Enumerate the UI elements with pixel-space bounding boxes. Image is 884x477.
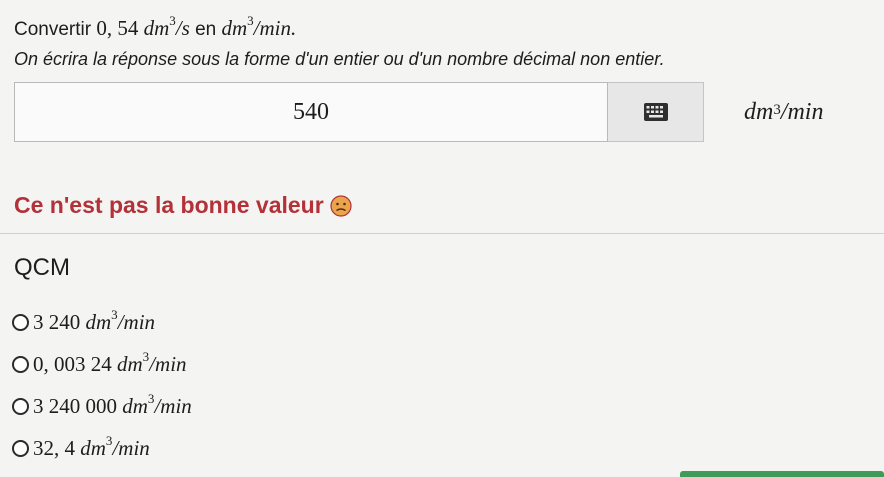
section-divider [0, 233, 884, 234]
feedback-text: Ce n'est pas la bonne valeur [14, 192, 324, 218]
radio-button[interactable] [12, 440, 29, 457]
answer-value: 540 [293, 98, 329, 125]
action-bar[interactable] [680, 471, 884, 477]
radio-button[interactable] [12, 398, 29, 415]
qcm-option[interactable]: 0, 003 24 dm3/min [12, 349, 187, 377]
question-value: 0, 54 dm3/s [96, 13, 190, 40]
option-label: 0, 003 24 dm3/min [33, 349, 187, 376]
answer-unit: dm 3/min [744, 98, 824, 125]
question-target-unit: dm3/min. [221, 13, 297, 40]
feedback-message: Ce n'est pas la bonne valeur [14, 192, 352, 219]
instruction-text: On écrira la réponse sous la forme d'un … [14, 49, 665, 69]
question-prefix: Convertir [14, 19, 92, 40]
qcm-title: QCM [14, 254, 70, 281]
option-label: 32, 4 dm3/min [33, 433, 150, 460]
option-label: 3 240 000 dm3/min [33, 391, 192, 418]
answer-input[interactable]: 540 [14, 82, 608, 142]
option-label: 3 240 dm3/min [33, 307, 156, 334]
keyboard-icon [643, 103, 668, 121]
answer-row: 540 dm 3/min [14, 82, 884, 144]
keyboard-button[interactable] [608, 82, 704, 142]
sad-face-icon [330, 194, 352, 217]
qcm-option[interactable]: 32, 4 dm3/min [12, 433, 150, 461]
question-connector: en [195, 19, 217, 40]
radio-button[interactable] [12, 314, 29, 331]
qcm-option[interactable]: 3 240 000 dm3/min [12, 391, 192, 419]
question-text: Convertir 0, 54 dm3/s en dm3/min. [14, 13, 297, 41]
qcm-option[interactable]: 3 240 dm3/min [12, 307, 156, 335]
radio-button[interactable] [12, 356, 29, 373]
